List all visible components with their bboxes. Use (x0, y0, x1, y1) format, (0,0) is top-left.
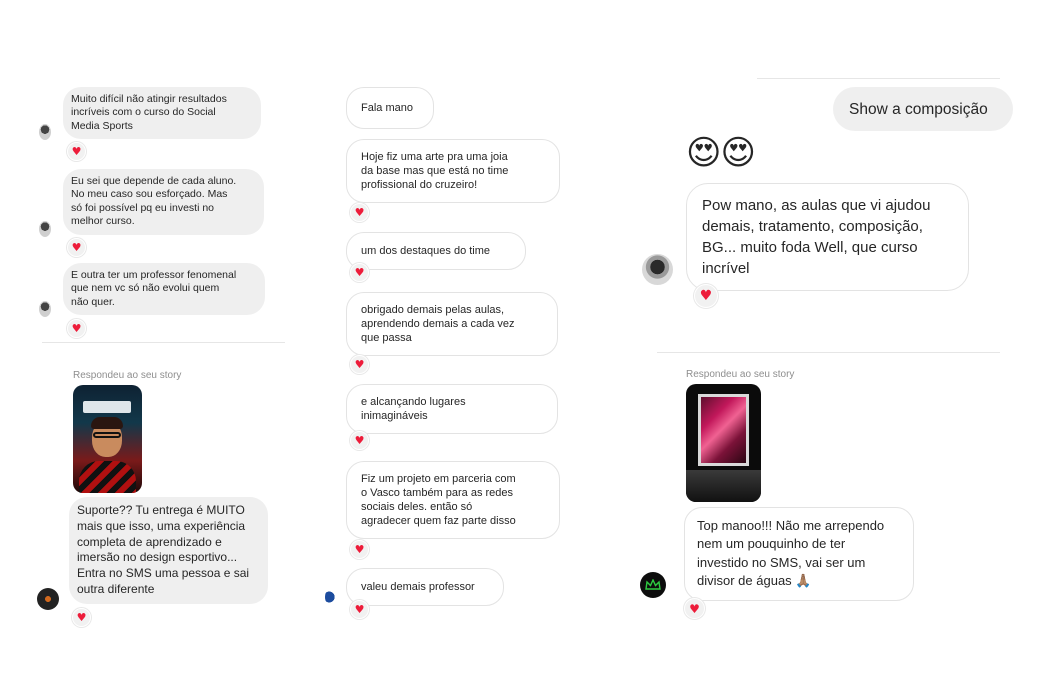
section-divider (757, 78, 1000, 79)
heart-glyph: ♥ (689, 601, 700, 616)
message-bubble[interactable]: valeu demais professor (346, 568, 504, 607)
user-avatar[interactable] (37, 588, 59, 610)
story-reply-label: Respondeu ao seu story (73, 370, 182, 381)
story-reply-bubble[interactable]: Suporte?? Tu entrega é MUITO mais que is… (69, 497, 268, 604)
heart-glyph: ♥ (71, 145, 82, 158)
heart-glyph: ♥ (354, 434, 365, 447)
heart-reaction-icon[interactable]: ♥ (350, 431, 369, 450)
heart-reaction-icon[interactable]: ♥ (67, 238, 86, 257)
user-avatar[interactable] (642, 254, 673, 285)
sent-message-bubble[interactable]: Show a composição (833, 87, 1013, 131)
message-text: obrigado demais pelas aulas, aprendendo … (361, 304, 515, 345)
section-divider (657, 352, 1000, 353)
message-text: Eu sei que depende de cada aluno. No meu… (71, 175, 237, 228)
story-artwork-floor (686, 470, 761, 502)
heart-glyph: ♥ (71, 322, 82, 335)
user-avatar[interactable] (39, 124, 51, 140)
story-thumbnail[interactable] (73, 385, 142, 493)
heart-glyph: ♥ (354, 603, 365, 616)
message-text: Muito difícil não atingir resultados inc… (71, 93, 227, 132)
user-avatar[interactable] (640, 572, 666, 598)
message-bubble[interactable]: um dos destaques do time (346, 232, 526, 271)
message-bubble[interactable]: Fala mano (346, 87, 434, 130)
heart-reaction-icon[interactable]: ♥ (350, 263, 369, 282)
story-banner (83, 401, 131, 413)
message-text: Suporte?? Tu entrega é MUITO mais que is… (77, 503, 250, 597)
heart-glyph: ♥ (354, 266, 365, 279)
heart-reaction-icon[interactable]: ♥ (350, 203, 369, 222)
heart-reaction-icon[interactable]: ♥ (72, 608, 91, 627)
heart-glyph: ♥ (354, 358, 365, 371)
message-bubble[interactable]: Hoje fiz uma arte pra uma joia da base m… (346, 139, 560, 204)
story-figure-glasses (93, 432, 121, 438)
story-reply-bubble[interactable]: Top manoo!!! Não me arrependo nem um pou… (684, 507, 914, 601)
message-bubble[interactable]: Pow mano, as aulas que vi ajudou demais,… (686, 183, 969, 291)
heart-reaction-icon[interactable]: ♥ (67, 319, 86, 338)
heart-glyph: ♥ (354, 206, 365, 219)
story-reply-label: Respondeu ao seu story (686, 369, 795, 380)
message-text: um dos destaques do time (361, 245, 491, 257)
message-bubble[interactable]: obrigado demais pelas aulas, aprendendo … (346, 292, 558, 357)
message-bubble[interactable]: Fiz um projeto em parceria com o Vasco t… (346, 461, 560, 540)
message-text: Fala mano (361, 102, 413, 114)
heart-glyph: ♥ (699, 288, 713, 304)
message-text: Fiz um projeto em parceria com o Vasco t… (361, 473, 516, 528)
heart-reaction-icon[interactable]: ♥ (350, 600, 369, 619)
section-divider (42, 342, 285, 343)
heart-glyph: ♥ (354, 543, 365, 556)
heart-reaction-icon[interactable]: ♥ (694, 284, 718, 308)
message-bubble[interactable]: E outra ter um professor fenomenal que n… (63, 263, 265, 316)
heart-glyph: ♥ (71, 241, 82, 254)
message-text: E outra ter um professor fenomenal que n… (71, 269, 237, 308)
message-bubble[interactable]: Muito difícil não atingir resultados inc… (63, 87, 261, 140)
heart-reaction-icon[interactable]: ♥ (67, 142, 86, 161)
heart-reaction-icon[interactable]: ♥ (350, 355, 369, 374)
crown-logo-icon (645, 579, 661, 590)
heart-reaction-icon[interactable]: ♥ (350, 540, 369, 559)
message-text: Top manoo!!! Não me arrependo nem um pou… (697, 518, 885, 589)
user-avatar[interactable] (325, 588, 339, 606)
message-text: Show a composição (849, 101, 988, 118)
message-text: e alcançando lugares inimagináveis (361, 396, 466, 423)
heart-glyph: ♥ (76, 611, 87, 624)
story-figure-hair (91, 417, 123, 429)
story-artwork-frame (698, 394, 749, 466)
story-figure-shirt (79, 461, 136, 493)
message-text: Hoje fiz uma arte pra uma joia da base m… (361, 151, 509, 192)
user-avatar[interactable] (39, 221, 51, 237)
heart-reaction-icon[interactable]: ♥ (684, 598, 705, 619)
message-bubble[interactable]: e alcançando lugares inimagináveis (346, 384, 558, 435)
message-text: Pow mano, as aulas que vi ajudou demais,… (702, 197, 931, 277)
story-thumbnail[interactable] (686, 384, 761, 502)
message-bubble[interactable]: Eu sei que depende de cada aluno. No meu… (63, 169, 264, 235)
emoji-reaction: 😍😍 (686, 133, 756, 173)
message-text: valeu demais professor (361, 581, 475, 593)
user-avatar[interactable] (39, 301, 51, 317)
